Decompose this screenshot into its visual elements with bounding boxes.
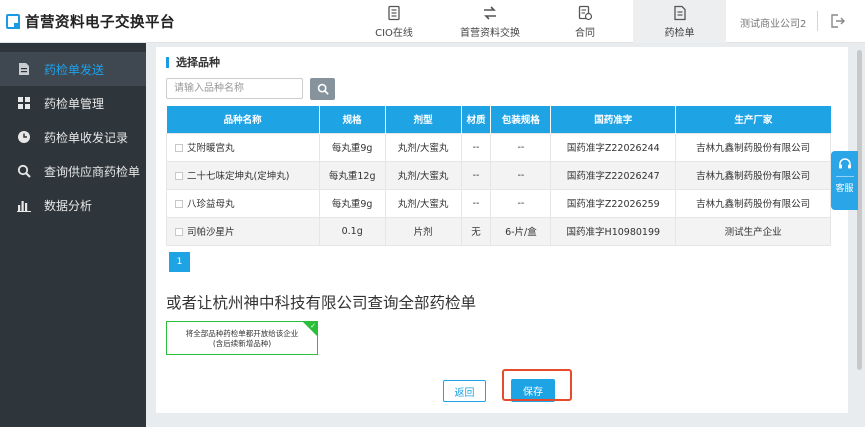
headset-icon [838, 158, 851, 169]
cell-name[interactable]: 二十七味定坤丸(定坤丸) [166, 160, 320, 190]
cell-form: 片剂 [384, 216, 462, 246]
cell-approval: 国药准字H10980199 [550, 216, 677, 246]
pagination-page-1[interactable]: 1 [169, 252, 190, 272]
back-button[interactable]: 返回 [443, 380, 486, 402]
sidebar-item-label: 药检单收发记录 [44, 130, 129, 145]
top-bar: 首营资料电子交换平台 CIO在线 首营资料交换 合同 药检单 测试商业公司2 [0, 0, 865, 43]
cell-spec: 每丸重9g [318, 188, 386, 218]
search-input[interactable] [166, 78, 303, 99]
cell-spec: 每丸重9g [318, 132, 386, 162]
cell-material: -- [460, 132, 492, 162]
row-checkbox[interactable] [175, 172, 183, 180]
cell-name[interactable]: 八珍益母丸 [166, 188, 320, 218]
document-icon [388, 5, 400, 20]
table-row[interactable]: 八珍益母丸 每丸重9g 丸剂/大蜜丸 -- -- 国药准字Z22026259 吉… [166, 188, 831, 218]
table-row[interactable]: 二十七味定坤丸(定坤丸) 每丸重12g 丸剂/大蜜丸 -- -- 国药准字Z22… [166, 160, 831, 190]
sidebar-item-label: 药检单管理 [44, 96, 105, 111]
cell-form: 丸剂/大蜜丸 [384, 160, 462, 190]
cell-package: -- [490, 188, 552, 218]
search-icon [17, 164, 31, 178]
col-name: 品种名称 [166, 106, 320, 133]
cell-name[interactable]: 司帕沙星片 [166, 216, 320, 246]
company-name[interactable]: 测试商业公司2 [740, 15, 806, 30]
widget-divider [835, 176, 854, 177]
cell-name[interactable]: 艾附暖宫丸 [166, 132, 320, 162]
sidebar: 药检单发送 药检单管理 药检单收发记录 查询供应商药检单 数据分析 [0, 43, 146, 427]
grid-icon [18, 97, 30, 109]
row-checkbox[interactable] [175, 144, 183, 152]
tab-exchange[interactable]: 首营资料交换 [455, 0, 525, 43]
option-line-1: 将全部品种药检单都开放给该企业 [185, 329, 299, 338]
alt-option-heading: 或者让杭州神中科技有限公司查询全部药检单 [166, 294, 477, 312]
cell-approval: 国药准字Z22026259 [550, 188, 677, 218]
option-line-2: (含后续新增品种) [212, 339, 272, 348]
sidebar-item-label: 查询供应商药检单 [44, 164, 141, 179]
main-panel: 选择品种 品种名称 规格 剂型 材质 包装规格 国药准字 生产厂家 艾附暖宫丸 … [156, 47, 848, 413]
table-row[interactable]: 司帕沙星片 0.1g 片剂 无 6-片/盒 国药准字H10980199 测试生产… [166, 216, 831, 246]
cell-material: 无 [460, 216, 492, 246]
tab-contract[interactable]: 合同 [565, 0, 605, 43]
col-manufacturer: 生产厂家 [675, 106, 831, 133]
product-table: 品种名称 规格 剂型 材质 包装规格 国药准字 生产厂家 艾附暖宫丸 每丸重9g… [166, 106, 831, 246]
tab-inspection-label: 药检单 [664, 27, 695, 39]
logout-icon[interactable] [829, 13, 845, 29]
cell-manufacturer: 吉林九鑫制药股份有限公司 [675, 188, 831, 218]
col-approval: 国药准字 [550, 106, 677, 133]
tab-cio[interactable]: CIO在线 [370, 0, 418, 43]
tab-contract-label: 合同 [575, 27, 595, 39]
tab-inspection[interactable]: 药检单 [633, 0, 726, 43]
row-checkbox[interactable] [175, 200, 183, 208]
cell-material: -- [460, 188, 492, 218]
check-icon: ✓ [310, 322, 316, 330]
divider [817, 11, 818, 31]
sidebar-item-query-supplier[interactable]: 查询供应商药检单 [0, 154, 146, 188]
report-icon [673, 5, 686, 20]
cell-material: -- [460, 160, 492, 190]
table-header: 品种名称 规格 剂型 材质 包装规格 国药准字 生产厂家 [166, 106, 831, 133]
sidebar-item-analytics[interactable]: 数据分析 [0, 188, 146, 222]
cell-spec: 每丸重12g [318, 160, 386, 190]
tab-cio-label: CIO在线 [375, 27, 413, 39]
search-icon [317, 83, 329, 95]
document-icon [19, 63, 29, 75]
col-spec: 规格 [319, 106, 386, 133]
cell-package: 6-片/盒 [490, 216, 552, 246]
cell-approval: 国药准字Z22026244 [550, 132, 677, 162]
table-row[interactable]: 艾附暖宫丸 每丸重9g 丸剂/大蜜丸 -- -- 国药准字Z22026244 吉… [166, 132, 831, 162]
cell-approval: 国药准字Z22026247 [550, 160, 677, 190]
sidebar-item-records[interactable]: 药检单收发记录 [0, 120, 146, 154]
open-all-option[interactable]: ✓ 将全部品种药检单都开放给该企业 (含后续新增品种) [166, 321, 318, 355]
cell-form: 丸剂/大蜜丸 [384, 188, 462, 218]
scrollbar[interactable] [857, 50, 862, 370]
cell-manufacturer: 吉林九鑫制药股份有限公司 [675, 160, 831, 190]
cell-manufacturer: 测试生产企业 [675, 216, 831, 246]
col-material: 材质 [461, 106, 492, 133]
sidebar-item-label: 药检单发送 [44, 62, 105, 77]
section-title: 选择品种 [166, 57, 220, 68]
tab-exchange-label: 首营资料交换 [460, 27, 520, 39]
bar-chart-icon [17, 201, 31, 212]
cell-package: -- [490, 132, 552, 162]
app-title: 首营资料电子交换平台 [25, 15, 175, 31]
clock-icon [18, 131, 30, 143]
cell-spec: 0.1g [318, 216, 386, 246]
customer-service-label: 客服 [835, 184, 854, 194]
customer-service-widget[interactable]: 客服 [831, 151, 858, 210]
contract-icon [578, 5, 593, 20]
row-checkbox[interactable] [175, 228, 183, 236]
brand[interactable]: 首营资料电子交换平台 [6, 11, 175, 32]
sidebar-item-label: 数据分析 [44, 198, 93, 213]
cell-manufacturer: 吉林九鑫制药股份有限公司 [675, 132, 831, 162]
sidebar-item-send[interactable]: 药检单发送 [0, 52, 146, 86]
col-package: 包装规格 [490, 106, 552, 133]
exchange-icon [484, 5, 496, 20]
logo-icon [6, 14, 20, 29]
search-button[interactable] [310, 78, 335, 100]
save-highlight-box [502, 369, 572, 401]
sidebar-item-manage[interactable]: 药检单管理 [0, 86, 146, 120]
cell-package: -- [490, 160, 552, 190]
col-form: 剂型 [385, 106, 462, 133]
cell-form: 丸剂/大蜜丸 [384, 132, 462, 162]
